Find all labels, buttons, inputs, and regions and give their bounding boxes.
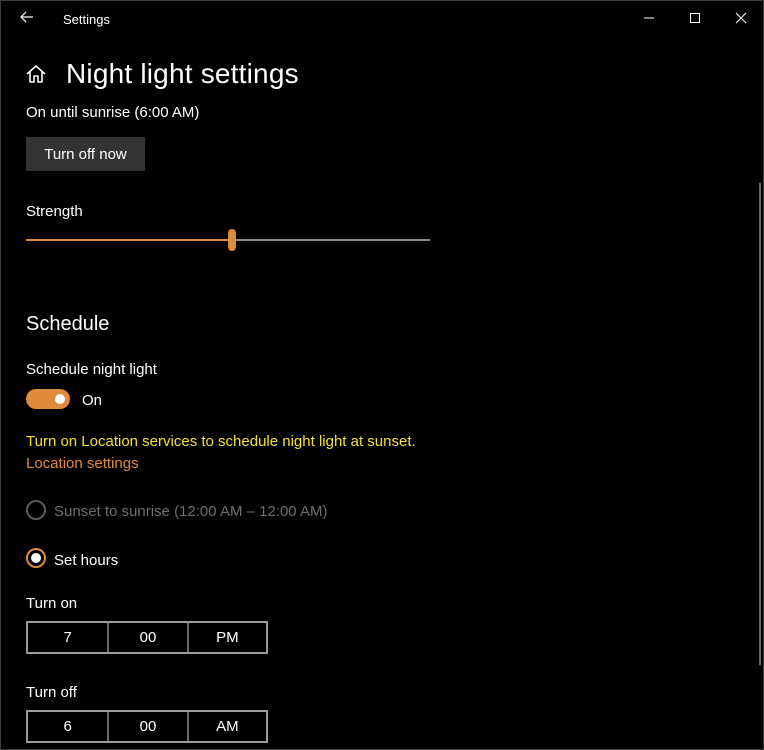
minimize-button[interactable] xyxy=(626,1,672,35)
turn-on-minute[interactable]: 00 xyxy=(107,623,186,652)
close-icon xyxy=(735,12,747,24)
strength-slider[interactable] xyxy=(26,227,430,253)
schedule-night-light-label: Schedule night light xyxy=(26,361,157,378)
title-bar: Settings xyxy=(1,1,763,37)
schedule-toggle[interactable] xyxy=(26,389,70,409)
turn-off-time-picker[interactable]: 6 00 AM xyxy=(26,710,268,743)
location-settings-link[interactable]: Location settings xyxy=(26,455,139,472)
turn-on-period[interactable]: PM xyxy=(186,623,266,652)
schedule-heading: Schedule xyxy=(26,313,110,335)
night-light-status: On until sunrise (6:00 AM) xyxy=(26,104,200,121)
turn-off-label: Turn off xyxy=(26,684,77,701)
toggle-knob xyxy=(55,394,65,404)
radio-sunset-to-sunrise[interactable] xyxy=(26,500,46,520)
settings-window: Settings Night light settings On until s… xyxy=(0,0,764,750)
slider-thumb[interactable] xyxy=(228,229,237,251)
radio-label-set-hours: Set hours xyxy=(54,552,119,569)
turn-on-label: Turn on xyxy=(26,595,78,612)
home-icon[interactable] xyxy=(25,63,47,85)
minimize-icon xyxy=(644,17,654,19)
radio-set-hours[interactable] xyxy=(26,548,46,568)
slider-fill xyxy=(26,239,233,241)
radio-label-sunset-to-sunrise: Sunset to sunrise (12:00 AM – 12:00 AM) xyxy=(54,503,328,520)
turn-off-period[interactable]: AM xyxy=(186,712,266,741)
turn-off-hour[interactable]: 6 xyxy=(28,712,107,741)
turn-off-minute[interactable]: 00 xyxy=(107,712,186,741)
maximize-button[interactable] xyxy=(672,1,718,35)
window-title: Settings xyxy=(63,12,110,27)
back-button[interactable] xyxy=(13,5,41,29)
turn-on-time-picker[interactable]: 7 00 PM xyxy=(26,621,268,654)
page-title: Night light settings xyxy=(66,58,299,89)
arrow-left-icon xyxy=(20,11,33,23)
turn-on-hour[interactable]: 7 xyxy=(28,623,107,652)
location-warning: Turn on Location services to schedule ni… xyxy=(26,433,416,450)
toggle-state-label: On xyxy=(82,392,103,409)
vertical-scrollbar[interactable] xyxy=(759,183,761,665)
turn-off-now-button[interactable]: Turn off now xyxy=(26,137,145,171)
close-button[interactable] xyxy=(718,1,764,35)
strength-label: Strength xyxy=(26,203,83,220)
maximize-icon xyxy=(690,13,700,23)
radio-selected-dot xyxy=(31,553,41,563)
